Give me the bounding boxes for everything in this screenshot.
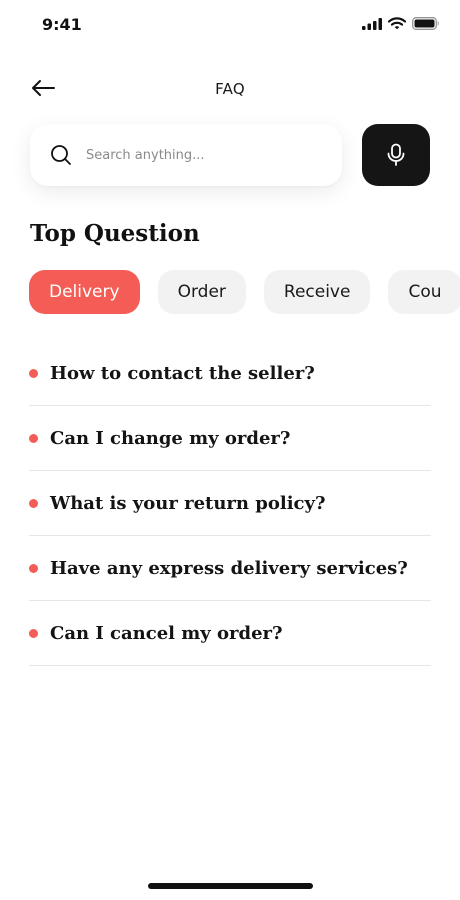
faq-screen: 9:41 FAQ Search anything... Top Question… (0, 0, 460, 900)
page-title: FAQ (215, 80, 245, 98)
bullet-dot-icon (29, 498, 38, 508)
bullet-dot-icon (29, 433, 38, 443)
question-list: How to contact the seller? Can I change … (29, 341, 431, 666)
question-item[interactable]: How to contact the seller? (29, 341, 431, 406)
section-title: Top Question (30, 220, 200, 247)
bullet-dot-icon (29, 368, 38, 378)
question-text: Can I change my order? (50, 427, 291, 449)
status-icons (362, 17, 440, 30)
cellular-signal-icon (362, 17, 382, 30)
voice-search-button[interactable] (362, 124, 430, 186)
question-item[interactable]: Can I change my order? (29, 406, 431, 471)
question-text: Have any express delivery services? (50, 557, 408, 579)
question-text: What is your return policy? (50, 492, 326, 514)
category-chip-country[interactable]: Cou (388, 270, 460, 314)
question-item[interactable]: Can I cancel my order? (29, 601, 431, 666)
category-chip-delivery[interactable]: Delivery (29, 270, 140, 314)
status-time: 9:41 (42, 15, 82, 34)
category-chip-order[interactable]: Order (157, 270, 246, 314)
battery-icon (412, 17, 439, 30)
search-input[interactable] (86, 140, 326, 170)
question-item[interactable]: What is your return policy? (29, 471, 431, 536)
question-item[interactable]: Have any express delivery services? (29, 536, 431, 601)
category-tabs: Delivery Order Receive Cou (29, 270, 460, 314)
home-indicator (148, 883, 313, 889)
wifi-icon (388, 17, 406, 30)
category-chip-receive[interactable]: Receive (263, 270, 371, 314)
bullet-dot-icon (29, 563, 38, 573)
bullet-dot-icon (29, 628, 38, 638)
microphone-icon (387, 143, 405, 166)
search-icon (50, 144, 72, 166)
question-text: How to contact the seller? (50, 362, 315, 384)
search-bar[interactable] (30, 124, 342, 186)
question-text: Can I cancel my order? (50, 622, 283, 644)
